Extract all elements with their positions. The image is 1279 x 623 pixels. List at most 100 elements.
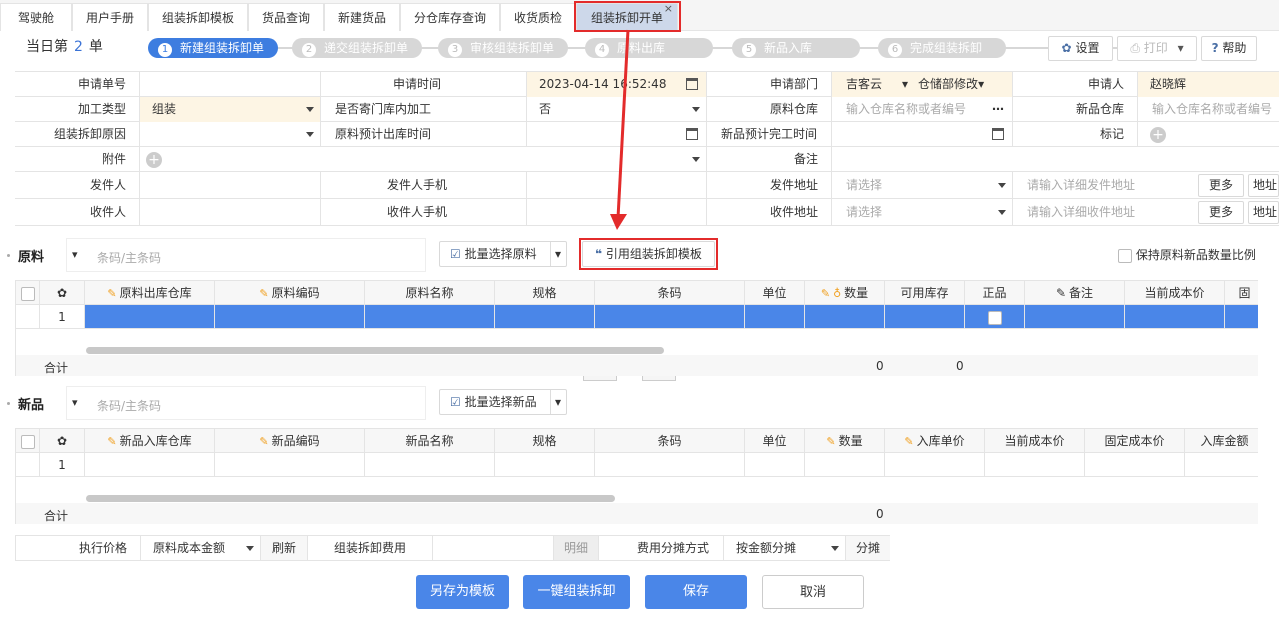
cell-code[interactable] bbox=[215, 305, 365, 329]
table-row[interactable]: 1 bbox=[16, 453, 1258, 477]
tab-receive-qc[interactable]: 收货质检 bbox=[500, 3, 576, 31]
cell-unit[interactable] bbox=[745, 305, 805, 329]
tab-assembly-template[interactable]: 组装拆卸模板 bbox=[148, 3, 248, 31]
order-no-field[interactable] bbox=[140, 72, 321, 97]
cell-name[interactable] bbox=[365, 453, 495, 477]
select-all-checkbox[interactable] bbox=[16, 429, 40, 453]
receiver-input[interactable] bbox=[140, 199, 321, 226]
genuine-checkbox[interactable] bbox=[987, 310, 1002, 325]
cell-code[interactable] bbox=[215, 453, 365, 477]
cell-fixed-cost[interactable] bbox=[1085, 453, 1185, 477]
row-checkbox[interactable] bbox=[16, 305, 40, 329]
gear-icon[interactable]: ✿ bbox=[40, 429, 85, 453]
cell-cost[interactable] bbox=[985, 453, 1085, 477]
cell-barcode[interactable] bbox=[595, 453, 745, 477]
collapse-up-handle[interactable] bbox=[583, 376, 617, 381]
tab-cockpit[interactable]: 驾驶舱 bbox=[0, 3, 72, 31]
cell-barcode[interactable] bbox=[595, 305, 745, 329]
calendar-icon[interactable] bbox=[686, 128, 698, 140]
save-button[interactable]: 保存 bbox=[645, 575, 747, 609]
fee-label: 组装拆卸费用 bbox=[308, 536, 433, 560]
alloc-button[interactable]: 分摊 bbox=[846, 536, 890, 560]
cell-qty[interactable] bbox=[805, 305, 885, 329]
receiver-more-button[interactable]: 更多 bbox=[1198, 201, 1244, 224]
new-wh-input[interactable]: 输入仓库名称或者编号 bbox=[1138, 97, 1279, 122]
new-search-input[interactable]: ▾ 条码/主条码 bbox=[66, 386, 426, 420]
chevron-down-icon[interactable]: ▾ bbox=[72, 396, 78, 409]
chevron-down-icon[interactable]: ▾ bbox=[902, 77, 908, 91]
sender-input[interactable] bbox=[140, 172, 321, 199]
finish-time-field[interactable] bbox=[832, 122, 1013, 147]
sender-address-button[interactable]: 地址 bbox=[1248, 174, 1279, 197]
tab-user-manual[interactable]: 用户手册 bbox=[72, 3, 148, 31]
help-label: 帮助 bbox=[1222, 41, 1247, 55]
print-button[interactable]: ⎙ 打印 ▾ bbox=[1117, 36, 1197, 61]
step-number: 3 bbox=[448, 43, 462, 57]
chevron-down-icon bbox=[246, 546, 254, 551]
use-template-button[interactable]: ❝ 引用组装拆卸模板 bbox=[582, 241, 715, 267]
cell-fixed-cost[interactable] bbox=[1225, 305, 1258, 329]
help-button[interactable]: ? 帮助 bbox=[1201, 36, 1257, 61]
remark-input[interactable] bbox=[832, 147, 1279, 172]
cell-spec[interactable] bbox=[495, 305, 595, 329]
save-as-template-button[interactable]: 另存为模板 bbox=[416, 575, 509, 609]
add-icon[interactable]: + bbox=[1150, 126, 1166, 143]
raw-hscrollbar[interactable] bbox=[86, 347, 664, 354]
tab-assembly-order[interactable]: 组装拆卸开单 × bbox=[576, 0, 678, 31]
keep-ratio-checkbox[interactable]: 保持原料新品数量比例 bbox=[1118, 246, 1256, 263]
reason-select[interactable] bbox=[140, 122, 321, 147]
detail-button[interactable]: 明细 bbox=[554, 536, 599, 560]
raw-search-input[interactable]: ▾ 条码/主条码 bbox=[66, 238, 426, 272]
collapse-down-handle[interactable] bbox=[642, 376, 676, 381]
sender-more-button[interactable]: 更多 bbox=[1198, 174, 1244, 197]
cell-stock[interactable] bbox=[885, 305, 965, 329]
row-checkbox[interactable] bbox=[16, 453, 40, 477]
cell-warehouse[interactable] bbox=[85, 453, 215, 477]
close-icon[interactable]: × bbox=[664, 0, 673, 23]
select-all-checkbox[interactable] bbox=[16, 281, 40, 305]
chevron-down-icon[interactable]: ▾ bbox=[978, 77, 984, 91]
alloc-select[interactable]: 按金额分摊 bbox=[724, 536, 846, 560]
tab-new-goods[interactable]: 新建货品 bbox=[324, 3, 400, 31]
new-batch-select-button[interactable]: ☑ 批量选择新品 ▾ bbox=[439, 389, 567, 415]
exec-price-select[interactable]: 原料成本金额 bbox=[141, 536, 261, 560]
cell-warehouse[interactable] bbox=[85, 305, 215, 329]
more-icon[interactable]: ⋯ bbox=[992, 97, 1004, 122]
checkbox-icon[interactable] bbox=[1118, 248, 1132, 263]
cell-qty[interactable] bbox=[805, 453, 885, 477]
tab-goods-query[interactable]: 货品查询 bbox=[248, 3, 324, 31]
cell-amount[interactable] bbox=[1185, 453, 1258, 477]
raw-wh-input[interactable]: 输入仓库名称或者编号 ⋯ bbox=[832, 97, 1013, 122]
cell-in-price[interactable] bbox=[885, 453, 985, 477]
applicant-field[interactable]: 赵晓辉 bbox=[1138, 72, 1279, 97]
table-row[interactable]: 1 bbox=[16, 305, 1258, 329]
tab-stock-query[interactable]: 分仓库存查询 bbox=[400, 3, 500, 31]
chevron-down-icon[interactable] bbox=[692, 157, 700, 162]
one-key-assemble-button[interactable]: 一键组装拆卸 bbox=[523, 575, 630, 609]
cell-name[interactable] bbox=[365, 305, 495, 329]
dept-field[interactable]: 吉客云 ▾ 仓储部修改▾ bbox=[832, 72, 1013, 97]
fee-input[interactable] bbox=[433, 536, 554, 560]
cancel-button[interactable]: 取消 bbox=[762, 575, 864, 609]
cell-unit[interactable] bbox=[745, 453, 805, 477]
refresh-button[interactable]: 刷新 bbox=[261, 536, 308, 560]
recv-addr-select[interactable]: 请选择 bbox=[832, 199, 1013, 226]
calendar-icon[interactable] bbox=[686, 78, 698, 90]
raw-batch-select-button[interactable]: ☑ 批量选择原料 ▾ bbox=[439, 241, 567, 267]
cell-spec[interactable] bbox=[495, 453, 595, 477]
chevron-down-icon[interactable]: ▾ bbox=[549, 390, 561, 414]
proc-type-select[interactable]: 组装 bbox=[140, 97, 321, 122]
cell-remark[interactable] bbox=[1025, 305, 1125, 329]
send-addr-select[interactable]: 请选择 bbox=[832, 172, 1013, 199]
chevron-down-icon[interactable]: ▾ bbox=[1178, 41, 1184, 55]
receiver-address-button[interactable]: 地址 bbox=[1248, 201, 1279, 224]
add-icon[interactable]: + bbox=[146, 151, 162, 168]
calendar-icon[interactable] bbox=[992, 128, 1004, 140]
cell-cost[interactable] bbox=[1125, 305, 1225, 329]
chevron-down-icon[interactable]: ▾ bbox=[72, 248, 78, 261]
gear-icon[interactable]: ✿ bbox=[40, 281, 85, 305]
cell-genuine[interactable] bbox=[965, 305, 1025, 329]
settings-button[interactable]: ✿ 设置 bbox=[1048, 36, 1113, 61]
chevron-down-icon[interactable]: ▾ bbox=[549, 242, 561, 266]
new-hscrollbar[interactable] bbox=[86, 495, 615, 502]
